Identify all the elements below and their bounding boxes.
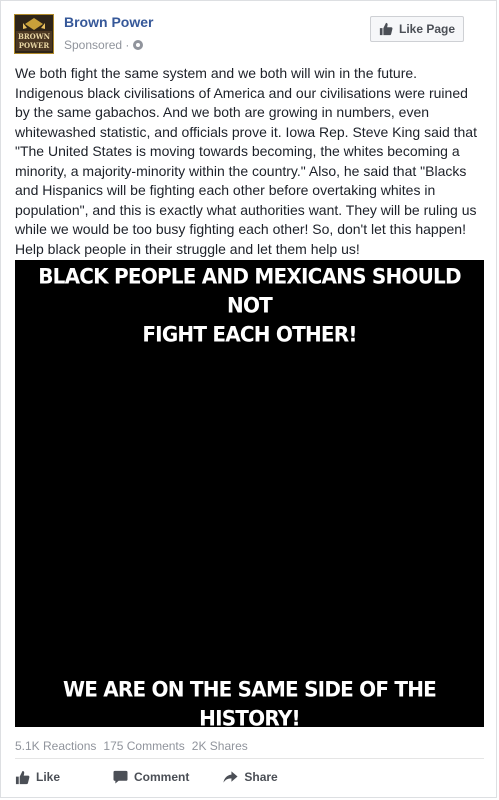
page-avatar[interactable]: BROWN POWER — [14, 14, 54, 54]
ad-post-card: BROWN POWER Brown Power Sponsored · Like… — [0, 0, 497, 798]
like-page-button[interactable]: Like Page — [370, 16, 464, 42]
reactions-count[interactable]: 5.1K Reactions — [15, 739, 96, 753]
image-top-caption: BLACK PEOPLE AND MEXICANS SHOULD NOT FIG… — [15, 262, 484, 349]
post-actions: Like Comment Share — [15, 765, 484, 789]
comments-count[interactable]: 175 Comments — [103, 739, 184, 753]
image-bottom-caption: WE ARE ON THE SAME SIDE OF THE HISTORY! — [62, 675, 437, 731]
svg-text:POWER: POWER — [19, 41, 50, 50]
comment-bubble-icon — [113, 770, 128, 784]
like-button[interactable]: Like — [15, 770, 60, 785]
page-name-link[interactable]: Brown Power — [64, 14, 153, 30]
post-text: We both fight the same system and we bot… — [15, 65, 477, 257]
post-image[interactable]: BLACK PEOPLE AND MEXICANS SHOULD NOT FIG… — [15, 260, 484, 731]
thumbs-up-icon — [15, 770, 30, 784]
comment-button[interactable]: Comment — [113, 770, 189, 784]
like-page-label: Like Page — [398, 22, 456, 36]
shares-count[interactable]: 2K Shares — [192, 739, 248, 753]
image-top-caption-line2: FIGHT EACH OTHER! — [142, 321, 357, 348]
comment-label: Comment — [134, 770, 190, 784]
share-arrow-icon — [223, 771, 238, 783]
share-label: Share — [244, 770, 278, 784]
like-label: Like — [36, 770, 61, 784]
svg-text:BROWN: BROWN — [18, 32, 51, 41]
image-top-caption-line1: BLACK PEOPLE AND MEXICANS SHOULD NOT — [38, 262, 461, 318]
actions-divider — [15, 758, 484, 759]
sponsored-label[interactable]: Sponsored · — [64, 38, 129, 52]
thumbs-up-icon — [379, 22, 393, 36]
post-meta: Sponsored · — [64, 38, 144, 52]
globe-icon — [133, 40, 144, 50]
post-stats: 5.1K Reactions 175 Comments 2K Shares — [15, 739, 248, 753]
page-logo-icon: BROWN POWER — [15, 15, 53, 53]
share-button[interactable]: Share — [223, 770, 278, 784]
